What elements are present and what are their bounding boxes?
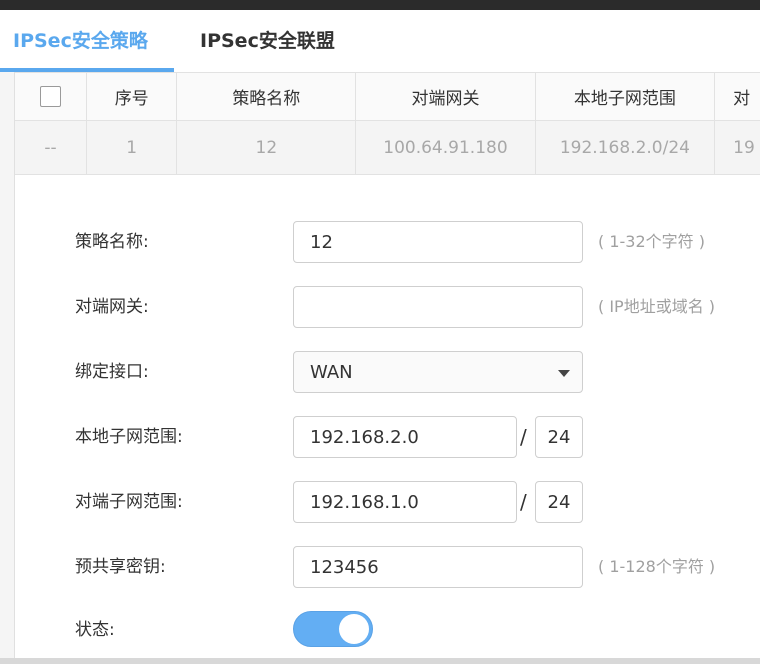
row-peer-subnet: 19 [714, 120, 760, 175]
peer-subnet-slash: / [520, 490, 527, 514]
tab-ipsec-policy[interactable]: IPSec安全策略 [13, 10, 148, 70]
dropdown-arrow-icon [558, 370, 570, 377]
select-all-cell[interactable] [15, 72, 87, 121]
status-label: 状态: [75, 620, 115, 640]
select-all-checkbox[interactable] [39, 86, 61, 107]
peer-subnet-mask-input[interactable]: 24 [535, 481, 583, 523]
local-subnet-slash: / [520, 425, 527, 449]
row-select-cell: -- [15, 120, 87, 175]
row-local-subnet: 192.168.2.0/24 [535, 120, 716, 175]
local-subnet-label: 本地子网范围: [75, 427, 183, 447]
psk-hint: ( 1-128个字符 ) [598, 557, 716, 576]
row-index: 1 [86, 120, 178, 175]
left-margin [0, 72, 14, 664]
peer-gateway-hint: ( IP地址或域名 ) [598, 297, 716, 316]
column-header-policy-name: 策略名称 [176, 72, 357, 121]
bind-interface-select[interactable]: WAN [293, 351, 583, 393]
policy-panel: 序号 策略名称 对端网关 本地子网范围 对 -- 1 12 100.64.91.… [14, 72, 760, 664]
local-subnet-mask-input[interactable]: 24 [535, 416, 583, 458]
peer-subnet-ip-input[interactable]: 192.168.1.0 [293, 481, 517, 523]
table-header-row: 序号 策略名称 对端网关 本地子网范围 对 [15, 72, 760, 121]
policy-table: 序号 策略名称 对端网关 本地子网范围 对 -- 1 12 100.64.91.… [15, 72, 760, 175]
local-subnet-ip-input[interactable]: 192.168.2.0 [293, 416, 517, 458]
peer-gateway-input[interactable] [293, 286, 583, 328]
table-row[interactable]: -- 1 12 100.64.91.180 192.168.2.0/24 19 [15, 120, 760, 175]
policy-name-input[interactable]: 12 [293, 221, 583, 263]
tab-bar: IPSec安全策略 IPSec安全联盟 [0, 10, 760, 73]
status-toggle[interactable] [293, 611, 373, 647]
row-peer-gateway: 100.64.91.180 [355, 120, 536, 175]
window-top-bar [0, 0, 760, 10]
bind-interface-value: WAN [310, 362, 353, 383]
bind-interface-label: 绑定接口: [75, 362, 149, 382]
psk-input[interactable]: 123456 [293, 546, 583, 588]
tab-ipsec-sa[interactable]: IPSec安全联盟 [200, 10, 335, 70]
psk-label: 预共享密钥: [75, 557, 166, 577]
bottom-scroll-edge [0, 658, 760, 664]
row-policy-name: 12 [176, 120, 357, 175]
peer-subnet-label: 对端子网范围: [75, 492, 183, 512]
policy-name-label: 策略名称: [75, 232, 149, 252]
policy-name-hint: ( 1-32个字符 ) [598, 232, 705, 251]
peer-gateway-label: 对端网关: [75, 297, 149, 317]
column-header-index: 序号 [86, 72, 178, 121]
toggle-knob [339, 614, 369, 644]
column-header-peer-gateway: 对端网关 [355, 72, 536, 121]
column-header-peer-subnet: 对 [714, 72, 760, 121]
column-header-local-subnet: 本地子网范围 [535, 72, 716, 121]
